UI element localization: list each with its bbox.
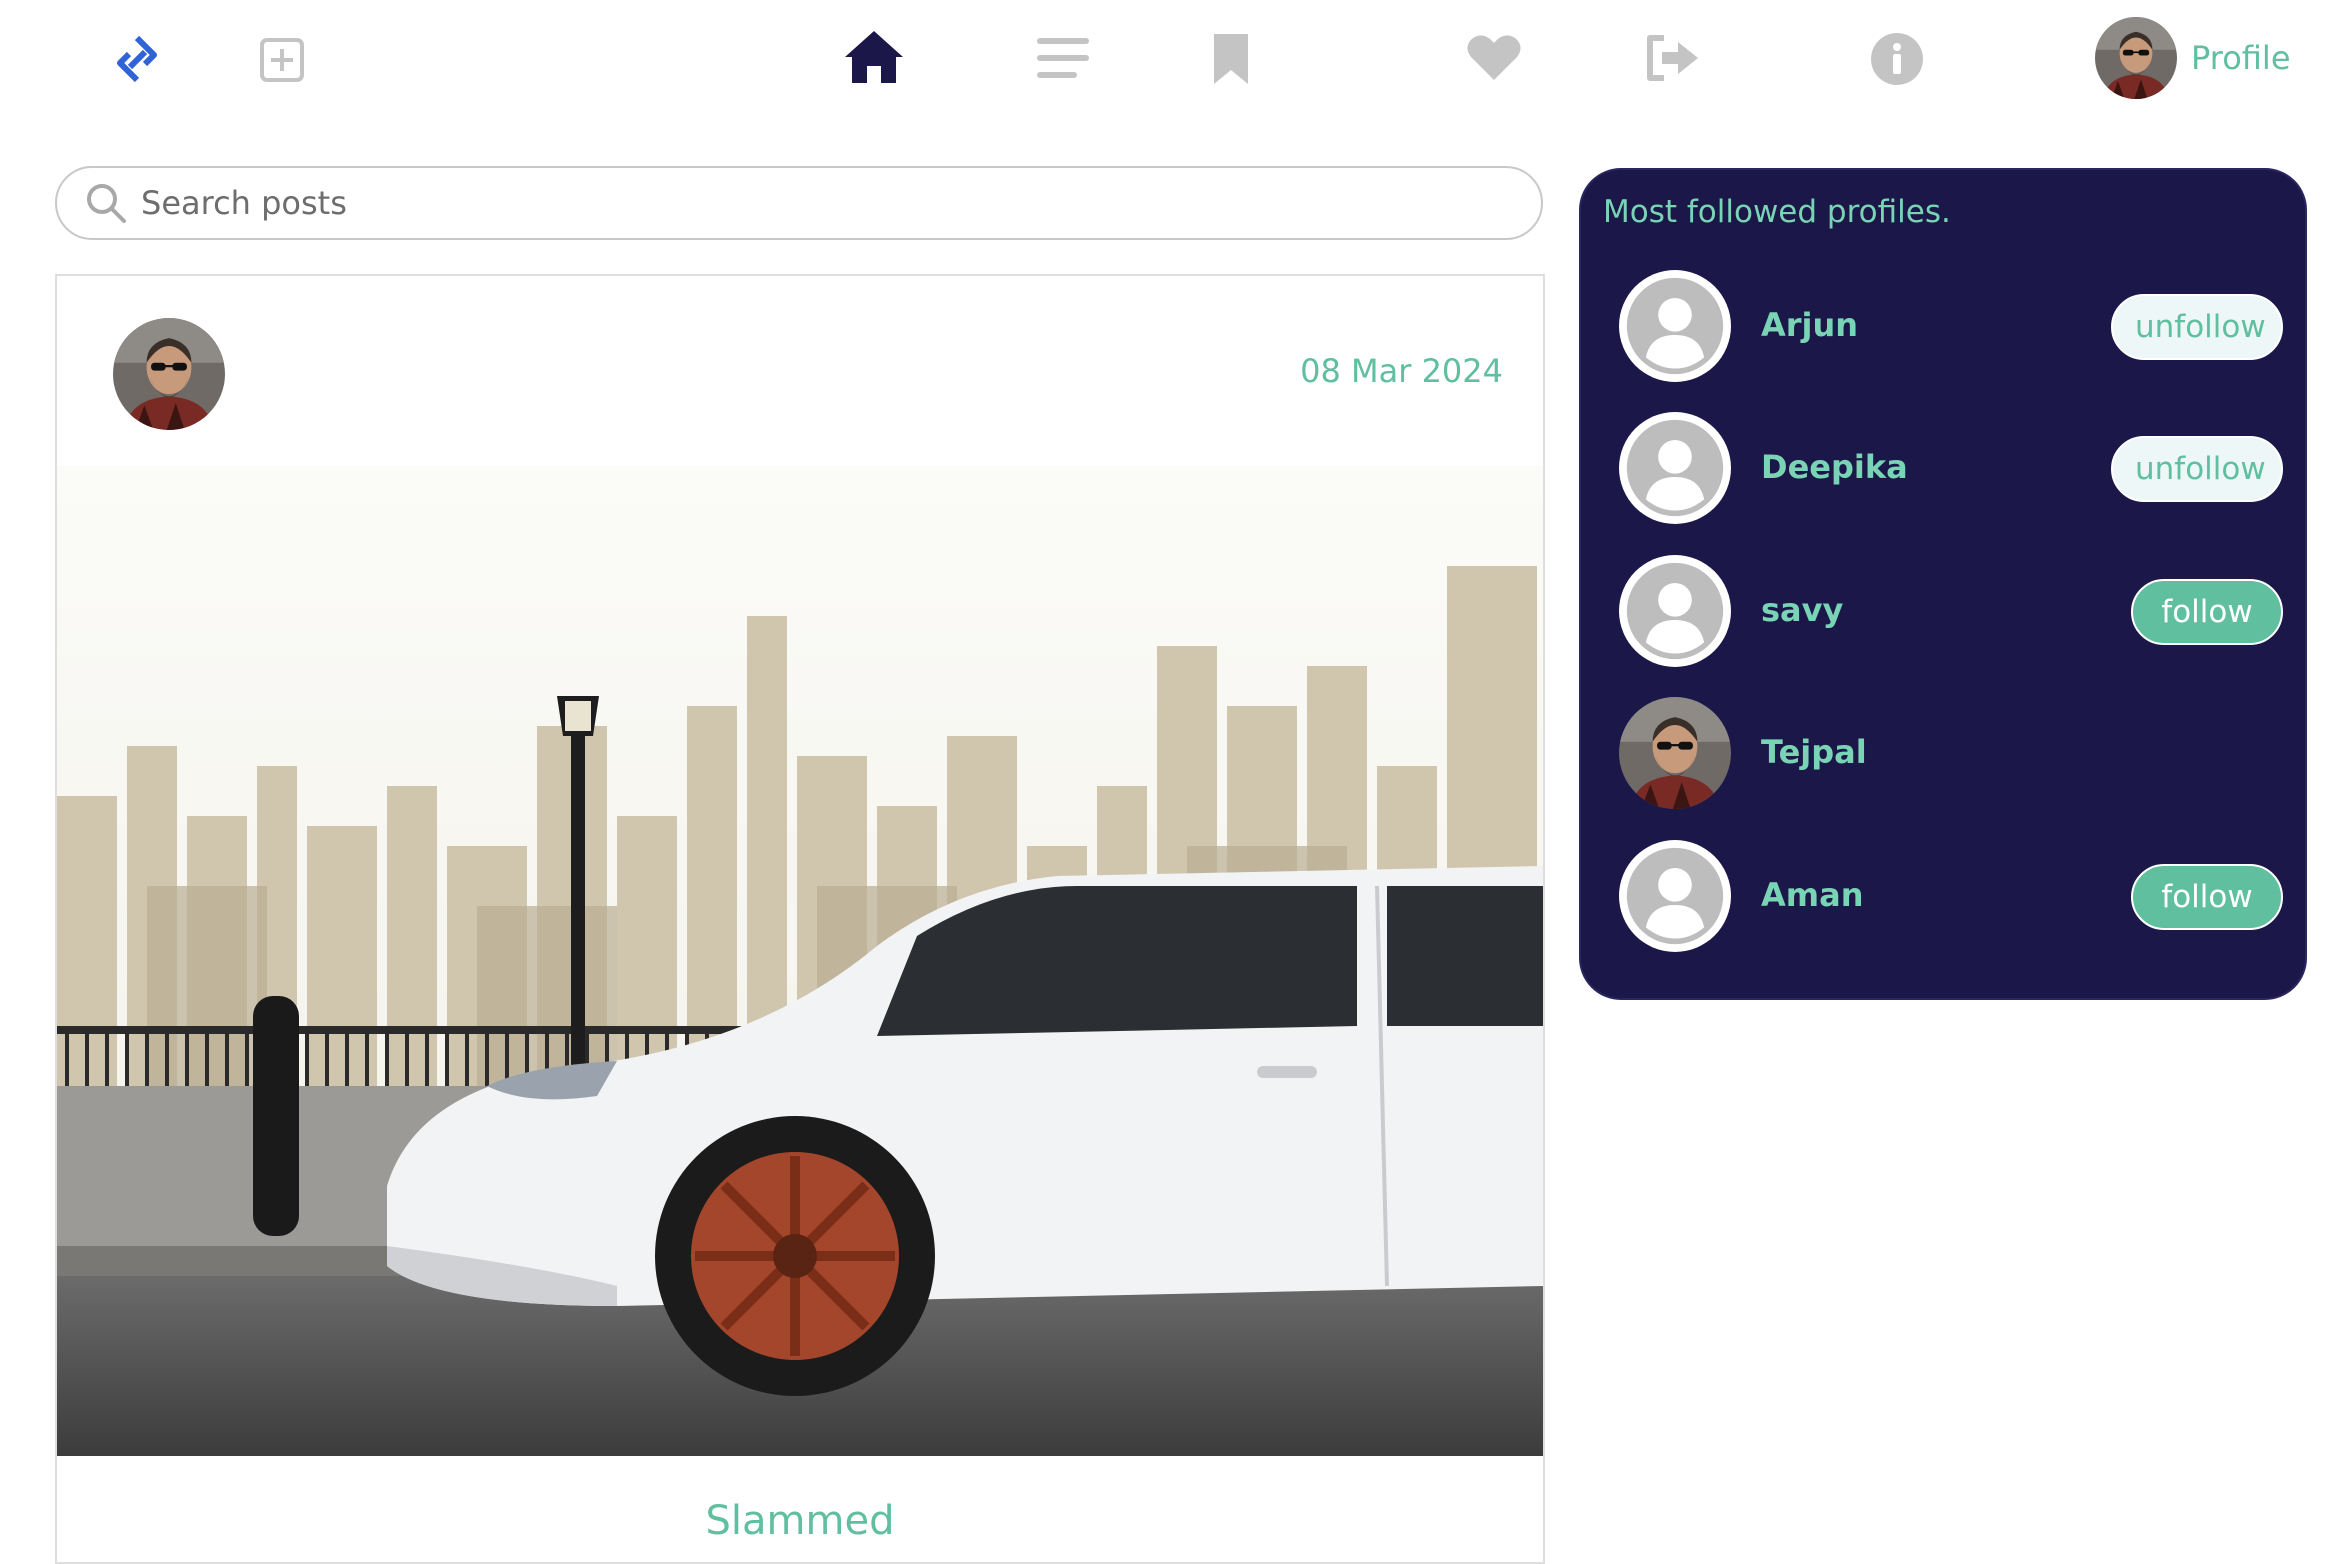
- avatar: [2095, 17, 2177, 99]
- post-title: Slammed: [705, 1498, 895, 1544]
- home-icon[interactable]: [843, 28, 905, 86]
- panel-title: Most followed profiles.: [1603, 194, 1951, 230]
- profile-row-savy: savy follow: [1581, 555, 2309, 667]
- add-post-icon[interactable]: [258, 36, 306, 84]
- profile-link[interactable]: Profile: [2095, 16, 2291, 100]
- profile-label: Profile: [2191, 39, 2291, 77]
- profile-row-aman: Aman follow: [1581, 840, 2309, 952]
- profile-name[interactable]: Tejpal: [1761, 733, 1867, 771]
- default-avatar-icon[interactable]: [1619, 840, 1731, 952]
- profile-row-arjun: Arjun unfollow: [1581, 270, 2309, 382]
- post-image[interactable]: [57, 466, 1543, 1456]
- app-logo-icon[interactable]: [112, 34, 162, 84]
- search-icon: [87, 184, 126, 223]
- top-navigation: Profile: [0, 0, 2336, 120]
- profile-row-tejpal: Tejpal: [1581, 697, 2309, 809]
- search-input[interactable]: [139, 183, 1541, 223]
- post-date: 08 Mar 2024: [1300, 352, 1503, 390]
- profile-name[interactable]: Deepika: [1761, 448, 1908, 486]
- most-followed-panel: Most followed profiles. Arjun unfollow D…: [1579, 168, 2307, 1000]
- info-icon[interactable]: [1870, 32, 1924, 86]
- post-card: 08 Mar 2024 Slammed: [55, 274, 1545, 1564]
- profile-row-deepika: Deepika unfollow: [1581, 412, 2309, 524]
- search-bar: [55, 166, 1543, 240]
- profile-name[interactable]: Aman: [1761, 876, 1863, 914]
- profile-name[interactable]: savy: [1761, 591, 1843, 629]
- follow-button[interactable]: follow: [2131, 579, 2283, 645]
- logout-icon[interactable]: [1644, 34, 1700, 82]
- follow-button[interactable]: follow: [2131, 864, 2283, 930]
- unfollow-button[interactable]: unfollow: [2111, 294, 2283, 360]
- post-author-avatar[interactable]: [113, 318, 225, 430]
- bookmark-icon[interactable]: [1212, 32, 1250, 86]
- default-avatar-icon[interactable]: [1619, 555, 1731, 667]
- profile-name[interactable]: Arjun: [1761, 306, 1858, 344]
- avatar[interactable]: [1619, 697, 1731, 809]
- default-avatar-icon[interactable]: [1619, 412, 1731, 524]
- feed-list-icon[interactable]: [1036, 36, 1090, 80]
- default-avatar-icon[interactable]: [1619, 270, 1731, 382]
- heart-icon[interactable]: [1466, 34, 1522, 82]
- unfollow-button[interactable]: unfollow: [2111, 436, 2283, 502]
